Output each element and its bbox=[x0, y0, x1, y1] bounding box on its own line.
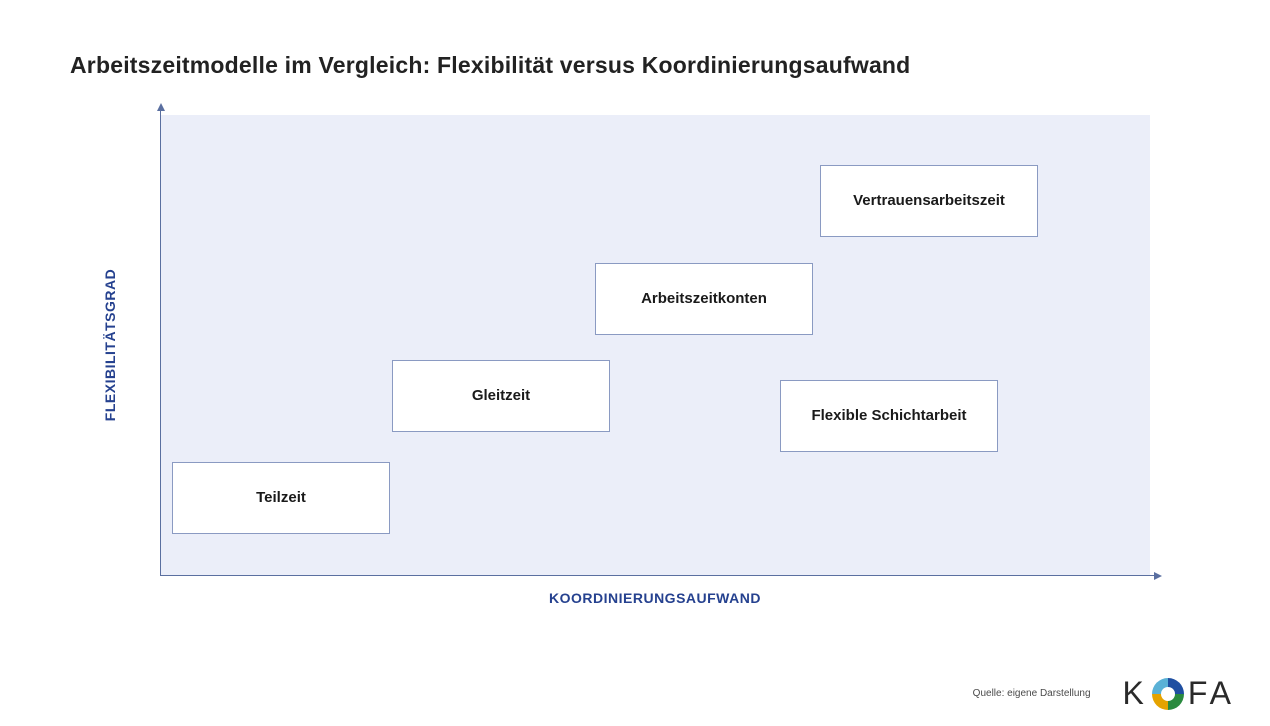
data-box: Teilzeit bbox=[172, 462, 390, 534]
data-box-label: Arbeitszeitkonten bbox=[641, 290, 767, 309]
source-line: Quelle: eigene Darstellung bbox=[973, 688, 1091, 699]
data-box-label: Vertrauensarbeitszeit bbox=[853, 192, 1005, 211]
y-axis-label: FLEXIBILITÄTSGRAD bbox=[102, 269, 118, 421]
y-axis-arrow-icon bbox=[157, 103, 165, 111]
data-box: Vertrauensarbeitszeit bbox=[820, 165, 1038, 237]
chart-title: Arbeitszeitmodelle im Vergleich: Flexibi… bbox=[70, 52, 910, 79]
x-axis-label: KOORDINIERUNGSAUFWAND bbox=[160, 590, 1150, 606]
brand-logo-suffix: FA bbox=[1188, 675, 1235, 712]
data-box: Gleitzeit bbox=[392, 360, 610, 432]
y-axis bbox=[160, 105, 161, 575]
data-box: Flexible Schichtarbeit bbox=[780, 380, 998, 452]
data-box-label: Teilzeit bbox=[256, 489, 306, 508]
x-axis bbox=[160, 575, 1160, 576]
page: Arbeitszeitmodelle im Vergleich: Flexibi… bbox=[0, 0, 1270, 726]
brand-logo: K FA bbox=[1123, 675, 1235, 712]
data-box-label: Flexible Schichtarbeit bbox=[811, 407, 966, 426]
data-box: Arbeitszeitkonten bbox=[595, 263, 813, 335]
footer: Quelle: eigene Darstellung K FA bbox=[973, 675, 1235, 712]
brand-logo-ring-icon bbox=[1152, 678, 1184, 710]
data-box-label: Gleitzeit bbox=[472, 387, 530, 406]
x-axis-arrow-icon bbox=[1154, 572, 1162, 580]
brand-logo-prefix: K bbox=[1123, 675, 1148, 712]
